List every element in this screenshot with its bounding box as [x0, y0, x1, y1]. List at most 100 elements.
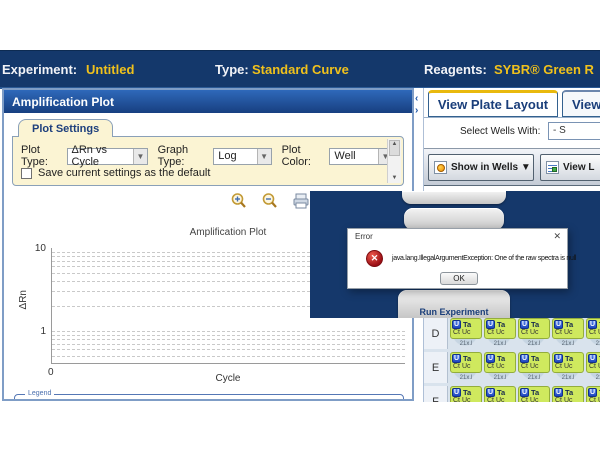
well-target: Ta — [463, 388, 471, 397]
legend-label: Legend — [25, 390, 54, 397]
well-line3: 21x.l — [484, 341, 516, 347]
well-box: UTaCt Uc — [586, 318, 600, 339]
plate-well[interactable]: UTaCt Uc21x.l — [484, 386, 516, 402]
gridline — [52, 339, 405, 340]
well-line2: Ct Uc — [554, 363, 583, 370]
plate-well[interactable]: UTaCt Uc21x.l — [552, 386, 584, 402]
plate-grid: DUTaCt Uc21x.lUTaCt Uc21x.lUTaCt Uc21x.l… — [424, 318, 600, 402]
tab-view-well-table[interactable]: View — [562, 90, 600, 117]
type-value: Standard Curve — [252, 62, 349, 77]
expand-right-icon[interactable]: › — [415, 106, 418, 115]
reagents-value: SYBR® Green R — [494, 62, 594, 77]
plate-well[interactable]: UTaCt Uc21x.l — [518, 318, 550, 347]
plate-well[interactable]: UTaCt Uc21x.l — [484, 318, 516, 347]
well-line2: Ct Uc — [554, 329, 583, 336]
well-box: UTaCt Uc — [450, 386, 482, 402]
well-target: Ta — [463, 320, 471, 329]
well-line2: Ct Uc — [554, 397, 583, 402]
well-line2: Ct Uc — [588, 397, 600, 402]
unknown-sample-icon: U — [486, 354, 495, 363]
plate-well[interactable]: UTaCt Uc 21x.l — [586, 352, 600, 381]
legend-fieldset: Legend — [14, 394, 404, 401]
well-box: UTaCt Uc — [450, 352, 482, 373]
well-line3: 21x.l — [518, 375, 550, 381]
well-target: Ta — [463, 354, 471, 363]
well-line3: 21x.l — [552, 341, 584, 347]
plate-toolbar: Show in Wells ▼ View L — [424, 148, 600, 186]
well-target: Ta — [565, 320, 573, 329]
plot-type-label: Plot Type: — [21, 144, 64, 168]
scroll-up-icon[interactable]: ▲ — [388, 141, 401, 147]
unknown-sample-icon: U — [554, 320, 563, 329]
unknown-sample-icon: U — [452, 388, 461, 397]
show-in-wells-button[interactable]: Show in Wells ▼ — [428, 154, 534, 181]
well-line2: Ct Uc — [520, 363, 549, 370]
error-dialog: Error ✕ ✕ java.lang.IllegalArgumentExcep… — [347, 228, 568, 289]
view-legend-button[interactable]: View L — [540, 154, 600, 181]
plot-color-select[interactable]: Well ▼ — [329, 148, 393, 165]
well-box: UTaCt Uc — [552, 386, 584, 402]
reagents-label: Reagents: — [424, 62, 487, 77]
well-box: UTaCt Uc — [484, 386, 516, 402]
well-line3: 21x.l — [586, 341, 600, 347]
panel-title: Amplification Plot — [4, 90, 412, 113]
plate-well[interactable]: UTaCt Uc 21x.l — [518, 352, 550, 381]
zoom-in-icon[interactable] — [230, 192, 248, 210]
background-button[interactable] — [402, 191, 506, 204]
well-line3: 21x.l — [450, 341, 482, 347]
scroll-down-icon[interactable]: ▼ — [388, 175, 401, 181]
print-icon[interactable] — [292, 192, 310, 210]
unknown-sample-icon: U — [520, 320, 529, 329]
experiment-value: Untitled — [86, 62, 134, 77]
background-button[interactable] — [404, 208, 504, 230]
unknown-sample-icon: U — [452, 320, 461, 329]
well-line2: Ct Uc — [588, 329, 600, 336]
well-line2: Ct Uc — [520, 397, 549, 402]
plot-type-select[interactable]: ΔRn vs Cycle ▼ — [67, 148, 148, 165]
save-default-checkbox[interactable] — [21, 168, 32, 179]
well-target: Ta — [531, 354, 539, 363]
well-box: UTaCt Uc — [586, 352, 600, 373]
close-icon[interactable]: ✕ — [553, 231, 561, 242]
well-box: UTaCt Uc — [552, 352, 584, 373]
plate-well[interactable]: UTaCt Uc21x.l — [552, 352, 584, 381]
select-wells-dropdown[interactable]: - S — [548, 122, 600, 140]
show-in-wells-icon — [434, 161, 447, 174]
chevron-down-icon: ▼ — [133, 149, 146, 164]
y-tick-10: 10 — [28, 243, 46, 254]
plate-well[interactable]: UTaCt Uc 21x.l — [552, 318, 584, 347]
unknown-sample-icon: U — [588, 320, 597, 329]
well-line2: Ct Uc — [486, 397, 515, 402]
unknown-sample-icon: U — [452, 354, 461, 363]
well-line2: Ct Uc — [588, 363, 600, 370]
experiment-header-bar: Experiment: Untitled Type: Standard Curv… — [0, 50, 600, 89]
unknown-sample-icon: U — [520, 354, 529, 363]
run-experiment-button[interactable]: Run Experiment — [398, 290, 510, 318]
plate-well[interactable]: UTaCt Uc21x.l — [450, 386, 482, 402]
well-line3: 21x.l — [586, 375, 600, 381]
plate-well[interactable]: UTaCt Uc21x.l — [450, 318, 482, 347]
well-target: Ta — [531, 320, 539, 329]
plate-well[interactable]: UTaCt Uc21x.l — [484, 352, 516, 381]
gridline — [52, 335, 405, 336]
tab-plot-settings[interactable]: Plot Settings — [18, 119, 113, 137]
plate-well[interactable]: UTaCt Uc 21x.l — [586, 318, 600, 347]
tab-view-plate-layout[interactable]: View Plate Layout — [428, 90, 558, 117]
graph-type-select[interactable]: Log ▼ — [213, 148, 271, 165]
ok-button[interactable]: OK — [440, 272, 478, 285]
y-tick-1: 1 — [28, 326, 46, 337]
collapse-left-icon[interactable]: ‹ — [415, 94, 418, 103]
well-line2: Ct Uc — [486, 363, 515, 370]
well-target: Ta — [497, 320, 505, 329]
settings-scrollbar[interactable]: ▲ ▼ — [387, 139, 401, 183]
zoom-out-icon[interactable] — [261, 192, 279, 210]
unknown-sample-icon: U — [588, 354, 597, 363]
error-message: java.lang.IllegalArgumentException: One … — [392, 255, 576, 262]
well-line2: Ct Uc — [452, 363, 481, 370]
save-default-label: Save current settings as the default — [38, 167, 210, 179]
type-label: Type: — [215, 62, 249, 77]
plate-well[interactable]: UTaCt Uc21x.l — [586, 386, 600, 402]
plate-well[interactable]: UTaCt Uc21x.l — [450, 352, 482, 381]
gridline — [52, 331, 405, 332]
plate-well[interactable]: UTaCt Uc21x.l — [518, 386, 550, 402]
